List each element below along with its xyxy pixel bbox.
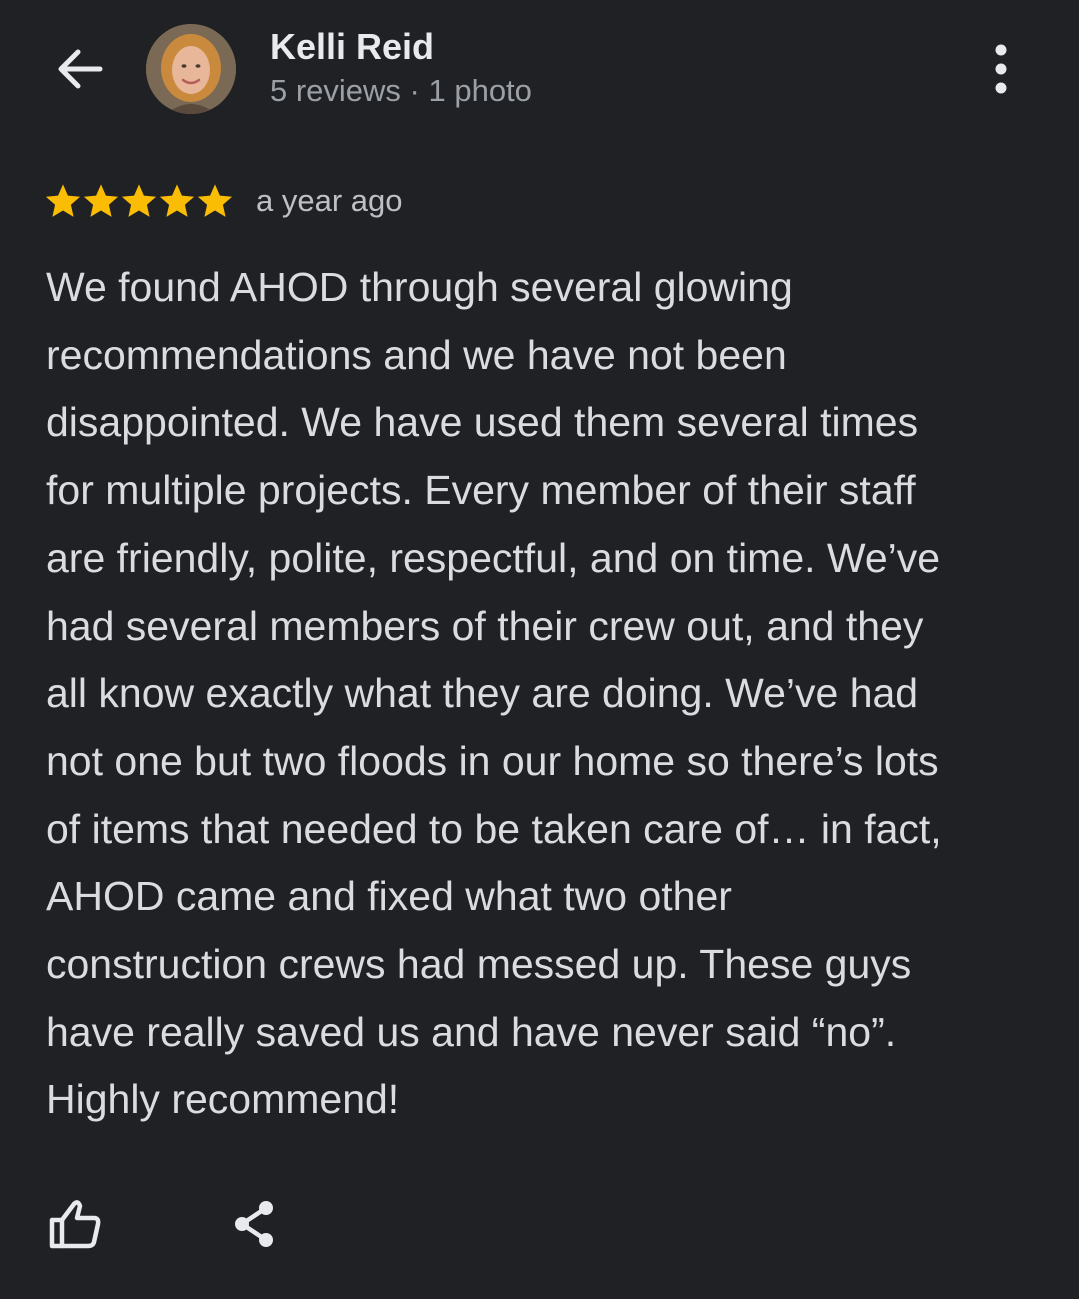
- star-icon: [121, 184, 157, 217]
- star-icon: [159, 184, 195, 217]
- review-time: a year ago: [256, 183, 403, 218]
- reviewer-photo: [146, 24, 236, 114]
- share-button[interactable]: [218, 1188, 290, 1260]
- review-actions: [0, 1180, 1079, 1270]
- reviewer-name[interactable]: Kelli Reid: [270, 26, 434, 68]
- arrow-back-icon: [58, 49, 103, 89]
- star-rating: [44, 182, 234, 220]
- thumbs-up-icon: [49, 1200, 101, 1249]
- review-text: We found AHOD through several glowing re…: [46, 264, 942, 1123]
- share-icon: [235, 1201, 273, 1247]
- rating-row: a year ago: [44, 178, 403, 224]
- review-header: Kelli Reid 5 reviews · 1 photo: [0, 0, 1079, 140]
- like-button[interactable]: [40, 1188, 112, 1260]
- avatar[interactable]: [146, 24, 236, 114]
- back-button[interactable]: [46, 38, 112, 100]
- more-vertical-icon: [995, 44, 1007, 94]
- star-icon: [83, 184, 119, 217]
- reviewer-stats: 5 reviews · 1 photo: [270, 73, 532, 108]
- star-icon: [197, 184, 233, 217]
- more-options-button[interactable]: [970, 36, 1032, 102]
- star-icon: [45, 184, 81, 217]
